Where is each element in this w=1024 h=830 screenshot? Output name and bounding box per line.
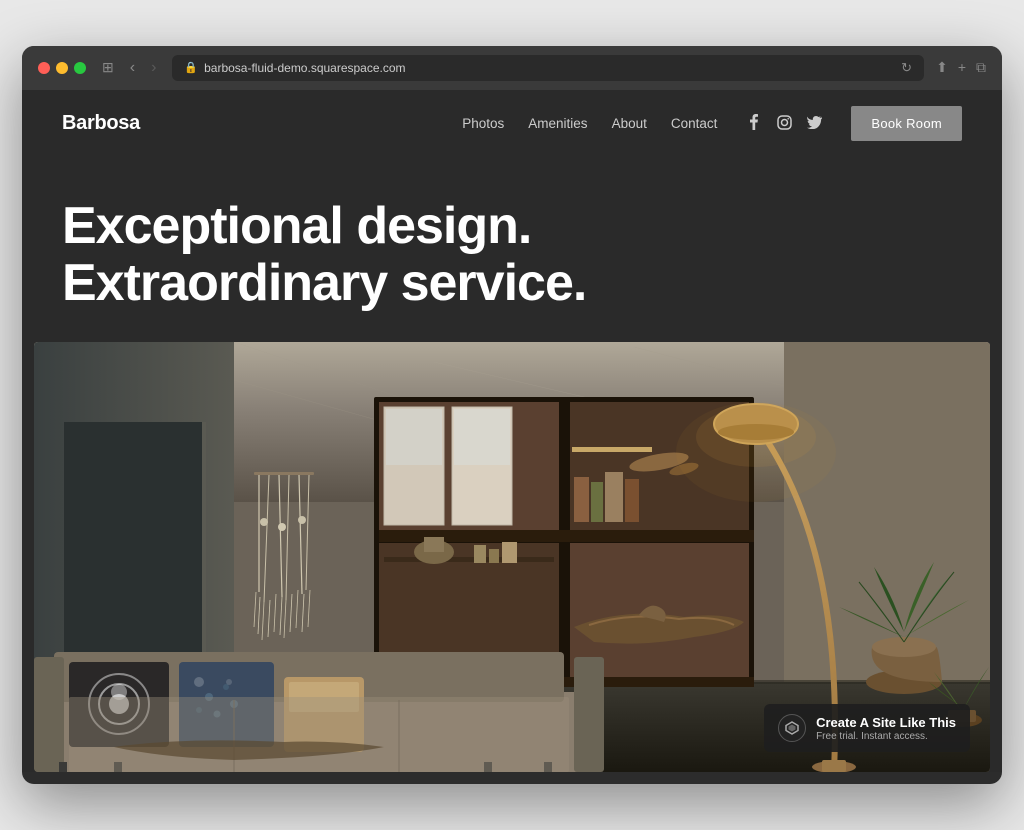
refresh-icon[interactable]: ↻ bbox=[901, 60, 912, 76]
nav-social bbox=[745, 114, 823, 133]
facebook-icon[interactable] bbox=[745, 114, 763, 133]
nav-links: Photos Amenities About Contact bbox=[462, 116, 717, 131]
nav-contact[interactable]: Contact bbox=[671, 116, 718, 131]
minimize-button[interactable] bbox=[56, 62, 68, 74]
ss-badge-sub-text: Free trial. Instant access. bbox=[816, 731, 956, 742]
nav-photos[interactable]: Photos bbox=[462, 116, 504, 131]
browser-actions: ⬆ + ⧉ bbox=[936, 59, 986, 76]
ss-badge-main-text: Create A Site Like This bbox=[816, 715, 956, 730]
site-logo[interactable]: Barbosa bbox=[62, 112, 140, 135]
back-button[interactable]: ‹ bbox=[126, 57, 139, 79]
hero-text: Exceptional design. Extraordinary servic… bbox=[22, 158, 1002, 342]
book-room-button[interactable]: Book Room bbox=[851, 106, 962, 141]
address-bar[interactable]: 🔒 barbosa-fluid-demo.squarespace.com ↻ bbox=[172, 55, 924, 81]
squarespace-badge[interactable]: Create A Site Like This Free trial. Inst… bbox=[764, 704, 970, 752]
nav-right: Photos Amenities About Contact bbox=[462, 106, 962, 141]
browser-controls: ⊞ ‹ › bbox=[98, 57, 160, 79]
navigation: Barbosa Photos Amenities About Contact bbox=[22, 90, 1002, 158]
traffic-lights bbox=[38, 62, 86, 74]
ss-badge-icon bbox=[778, 714, 806, 742]
url-text: barbosa-fluid-demo.squarespace.com bbox=[204, 61, 405, 75]
instagram-icon[interactable] bbox=[775, 115, 793, 133]
close-button[interactable] bbox=[38, 62, 50, 74]
fullscreen-button[interactable] bbox=[74, 62, 86, 74]
forward-button[interactable]: › bbox=[147, 57, 160, 79]
hero-image: Create A Site Like This Free trial. Inst… bbox=[34, 342, 990, 772]
browser-chrome: ⊞ ‹ › 🔒 barbosa-fluid-demo.squarespace.c… bbox=[22, 46, 1002, 90]
twitter-icon[interactable] bbox=[805, 116, 823, 132]
lock-icon: 🔒 bbox=[184, 61, 198, 74]
share-icon[interactable]: ⬆ bbox=[936, 59, 948, 76]
new-tab-icon[interactable]: + bbox=[958, 59, 966, 76]
nav-amenities[interactable]: Amenities bbox=[528, 116, 587, 131]
ss-badge-content: Create A Site Like This Free trial. Inst… bbox=[816, 715, 956, 742]
sidebar-toggle-icon[interactable]: ⊞ bbox=[98, 57, 118, 78]
headline-line2: Extraordinary service. bbox=[62, 254, 586, 312]
copy-tab-icon[interactable]: ⧉ bbox=[976, 59, 986, 76]
website-content: Barbosa Photos Amenities About Contact bbox=[22, 90, 1002, 772]
hero-headline: Exceptional design. Extraordinary servic… bbox=[62, 198, 962, 312]
browser-window: ⊞ ‹ › 🔒 barbosa-fluid-demo.squarespace.c… bbox=[22, 46, 1002, 784]
nav-about[interactable]: About bbox=[612, 116, 647, 131]
headline-line1: Exceptional design. bbox=[62, 197, 531, 255]
